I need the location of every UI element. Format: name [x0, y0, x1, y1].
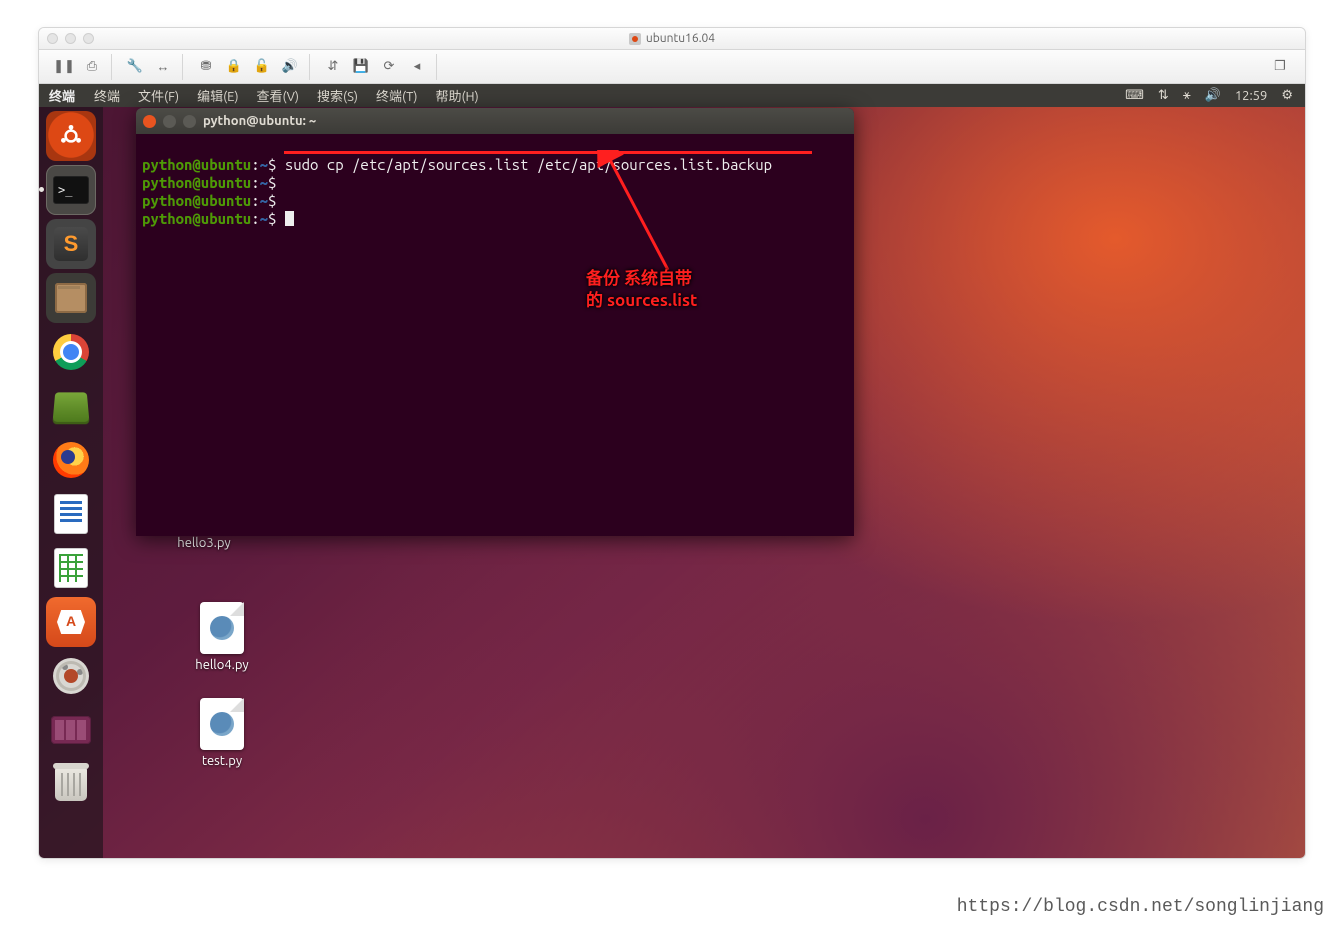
launcher-writer[interactable] — [46, 489, 96, 539]
snapshot-button[interactable]: ⎙ — [79, 55, 105, 79]
cursor — [285, 211, 294, 226]
panel-app-name: 终端 — [45, 86, 85, 105]
python-file-icon — [200, 698, 244, 750]
launcher-files[interactable] — [46, 273, 96, 323]
files-icon — [55, 283, 87, 313]
ubuntu-badge-icon — [629, 33, 641, 45]
launcher-dash[interactable] — [46, 111, 96, 161]
menu-search[interactable]: 搜索(S) — [308, 86, 367, 105]
file-label: hello4.py — [195, 658, 248, 672]
prompt-user: python@ubuntu — [142, 156, 251, 173]
fullscreen-button[interactable]: ↔ — [150, 55, 176, 79]
clock[interactable]: 12:59 — [1235, 89, 1268, 103]
panel-indicators: ⌨ ⇅ ⚹ 🔊 12:59 ⚙ — [1125, 88, 1299, 103]
launcher-firefox[interactable] — [46, 435, 96, 485]
firefox-icon — [53, 442, 89, 478]
chrome-icon — [53, 334, 89, 370]
network-icon[interactable]: ⇅ — [1158, 88, 1169, 103]
hdd-icon[interactable]: ⛃ — [193, 55, 219, 79]
menu-terminal[interactable]: 终端 — [85, 86, 129, 105]
sublime-icon: S — [54, 227, 88, 261]
top-panel: 终端 终端 文件(F) 编辑(E) 查看(V) 搜索(S) 终端(T) 帮助(H… — [39, 84, 1305, 107]
launcher-trash[interactable] — [46, 759, 96, 809]
terminal-icon: >_ — [53, 176, 89, 204]
trash-icon — [55, 767, 87, 801]
settings-button[interactable]: 🔧 — [122, 55, 148, 79]
file-label: test.py — [202, 754, 242, 768]
launcher-sublime[interactable]: S — [46, 219, 96, 269]
multi-monitor-button[interactable]: ❐ — [1267, 55, 1293, 79]
writer-icon — [54, 494, 88, 534]
menu-edit[interactable]: 编辑(E) — [188, 86, 247, 105]
running-pip-icon — [39, 187, 44, 192]
showdesktop-icon — [51, 716, 91, 744]
launcher-software[interactable] — [46, 597, 96, 647]
books-icon — [53, 392, 90, 422]
vm-toolbar: ❚❚ ⎙ 🔧 ↔ ⛃ 🔒 🔓 🔊 ⇵ 💾 ⟳ ◂ ❐ — [39, 50, 1305, 84]
sound-icon[interactable]: 🔊 — [277, 55, 303, 79]
calc-icon — [54, 548, 88, 588]
sound-indicator-icon[interactable]: 🔊 — [1205, 88, 1221, 103]
launcher-settings[interactable] — [46, 651, 96, 701]
annotation-underline — [284, 151, 812, 154]
python-file-icon — [200, 602, 244, 654]
terminal-body[interactable]: python@ubuntu:~$ sudo cp /etc/apt/source… — [136, 134, 854, 536]
menu-view[interactable]: 查看(V) — [248, 86, 308, 105]
vm-host-titlebar[interactable]: ubuntu16.04 — [39, 28, 1305, 50]
settings-icon — [53, 658, 89, 694]
terminal-command: sudo cp /etc/apt/sources.list /etc/apt/s… — [285, 156, 772, 173]
watermark: https://blog.csdn.net/songlinjiang — [957, 897, 1324, 917]
menu-file[interactable]: 文件(F) — [129, 86, 188, 105]
ubuntu-desktop: 终端 终端 文件(F) 编辑(E) 查看(V) 搜索(S) 终端(T) 帮助(H… — [39, 84, 1305, 858]
launcher-books[interactable] — [46, 381, 96, 431]
minimize-icon[interactable] — [163, 115, 176, 128]
vm-title: ubuntu16.04 — [39, 32, 1305, 45]
menu-help[interactable]: 帮助(H) — [426, 86, 487, 105]
floppy-icon[interactable]: 💾 — [348, 55, 374, 79]
usb-icon[interactable]: ⇵ — [320, 55, 346, 79]
launcher-terminal[interactable]: >_ — [46, 165, 96, 215]
maximize-icon[interactable] — [183, 115, 196, 128]
software-icon — [57, 610, 85, 634]
cd-lock-icon[interactable]: 🔒 — [221, 55, 247, 79]
prompt-path: ~ — [260, 156, 268, 173]
back-icon[interactable]: ◂ — [404, 55, 430, 79]
file-label: hello3.py — [177, 536, 230, 550]
app-menu: 终端 文件(F) 编辑(E) 查看(V) 搜索(S) 终端(T) 帮助(H) — [85, 86, 488, 105]
terminal-titlebar[interactable]: python@ubuntu: ~ — [136, 108, 854, 134]
close-icon[interactable] — [143, 115, 156, 128]
annotation-line2: 的 sources.list — [586, 286, 697, 311]
vm-host-window: ubuntu16.04 ❚❚ ⎙ 🔧 ↔ ⛃ 🔒 🔓 🔊 ⇵ 💾 ⟳ ◂ ❐ — [38, 27, 1306, 859]
desktop-file-hello4[interactable]: hello4.py — [177, 602, 267, 672]
keyboard-icon[interactable]: ⌨ — [1125, 88, 1144, 103]
bluetooth-icon[interactable]: ⚹ — [1183, 88, 1191, 103]
power-icon[interactable]: ⚙ — [1281, 88, 1293, 103]
refresh-icon[interactable]: ⟳ — [376, 55, 402, 79]
desktop-file-test[interactable]: test.py — [177, 698, 267, 768]
unity-launcher: >_ S — [39, 107, 103, 858]
terminal-title: python@ubuntu: ~ — [203, 114, 316, 128]
ubuntu-logo-icon — [58, 123, 84, 149]
pause-button[interactable]: ❚❚ — [51, 55, 77, 79]
cd-icon[interactable]: 🔓 — [249, 55, 275, 79]
menu-terminal2[interactable]: 终端(T) — [367, 86, 426, 105]
terminal-window[interactable]: python@ubuntu: ~ python@ubuntu:~$ sudo c… — [136, 108, 854, 536]
vm-title-text: ubuntu16.04 — [646, 32, 715, 45]
launcher-showdesktop[interactable] — [46, 705, 96, 755]
launcher-chrome[interactable] — [46, 327, 96, 377]
launcher-calc[interactable] — [46, 543, 96, 593]
